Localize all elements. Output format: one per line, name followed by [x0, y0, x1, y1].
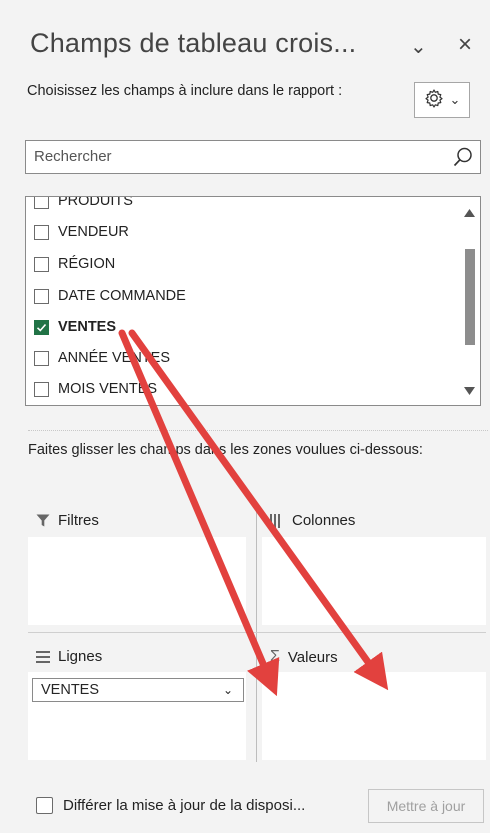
rows-icon: [36, 650, 50, 663]
checkbox[interactable]: [34, 350, 49, 366]
scroll-up-icon: [464, 209, 475, 217]
scrollbar-thumb[interactable]: [465, 249, 475, 345]
pane-title: Champs de tableau crois...: [30, 28, 357, 58]
tools-button[interactable]: ⌄: [414, 82, 470, 118]
field-item-ventes[interactable]: VENTES: [34, 314, 116, 340]
field-item-mois-ventes[interactable]: MOIS VENTES: [34, 376, 157, 402]
defer-update-option[interactable]: Différer la mise à jour de la disposi...: [36, 797, 305, 814]
checkbox[interactable]: [34, 288, 49, 304]
close-pane-button[interactable]: ×: [458, 31, 472, 59]
field-item-vendeur[interactable]: VENDEUR: [34, 219, 129, 245]
gear-icon: [424, 88, 444, 113]
checkbox[interactable]: [34, 381, 49, 397]
rows-field-ventes[interactable]: VENTES ⌄: [32, 678, 244, 702]
field-item-date-commande[interactable]: DATE COMMANDE: [34, 283, 186, 309]
checkbox[interactable]: [34, 224, 49, 240]
filters-drop-area[interactable]: [28, 537, 246, 625]
divider: [28, 430, 488, 431]
search-icon[interactable]: [452, 146, 474, 173]
areas-vertical-divider: [256, 506, 257, 762]
search-input[interactable]: [26, 141, 444, 171]
areas-instructions: Faites glisser les champs dans les zones…: [28, 442, 423, 458]
field-item-annee-ventes[interactable]: ANNÉE VENTES: [34, 345, 170, 371]
pane-instructions: Choisissez les champs à inclure dans le …: [27, 83, 343, 99]
field-list-scrollbar[interactable]: [458, 197, 480, 405]
filters-area-header: Filtres: [36, 512, 99, 529]
scroll-down-icon: [464, 387, 475, 395]
defer-update-checkbox[interactable]: [36, 797, 53, 814]
field-item-produits[interactable]: PRODUITS: [34, 197, 133, 214]
chevron-down-icon[interactable]: ⌄: [223, 683, 233, 697]
rows-area-header: Lignes: [36, 648, 102, 665]
search-box[interactable]: [25, 140, 481, 174]
filter-icon: [36, 514, 50, 527]
checkmark-icon: [36, 323, 47, 332]
checkbox[interactable]: [34, 197, 49, 209]
sigma-icon: Σ: [270, 648, 280, 665]
columns-icon: [270, 513, 280, 528]
pane-options-chevron[interactable]: ⌄: [410, 34, 427, 59]
columns-drop-area[interactable]: [262, 537, 486, 625]
values-drop-area[interactable]: [262, 672, 486, 760]
columns-area-header: Colonnes: [270, 512, 355, 529]
areas-horizontal-divider: [28, 632, 486, 633]
checkbox[interactable]: [34, 256, 49, 272]
values-area-header: Σ Valeurs: [270, 648, 338, 666]
chevron-down-icon: ⌄: [449, 92, 461, 107]
field-list: PRODUITS VENDEUR RÉGION DATE COMMANDE VE…: [25, 196, 481, 406]
checkbox-checked[interactable]: [34, 319, 49, 335]
update-button[interactable]: Mettre à jour: [368, 789, 484, 823]
field-item-region[interactable]: RÉGION: [34, 251, 115, 277]
